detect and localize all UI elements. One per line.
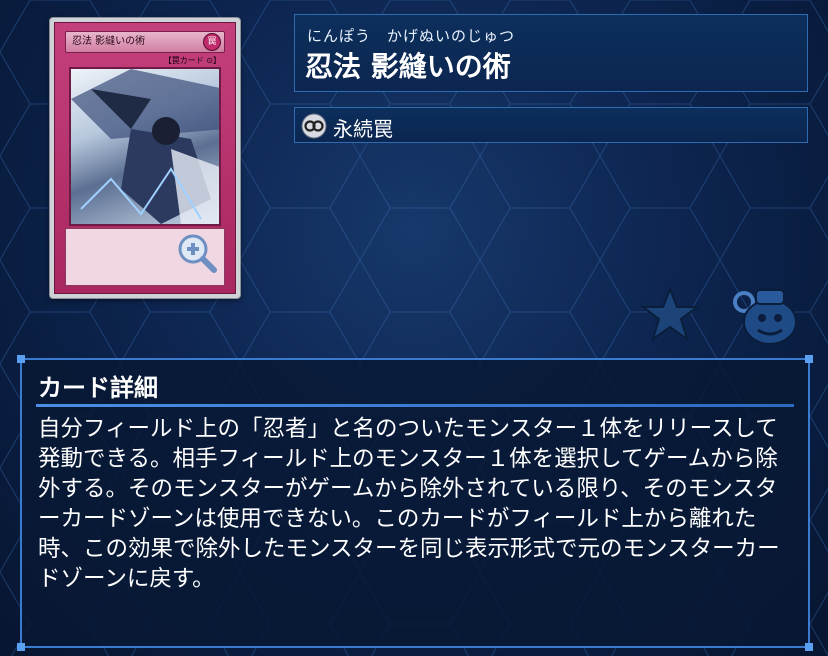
star-icon[interactable] xyxy=(640,286,700,342)
corner-decoration xyxy=(17,355,25,363)
card-detail-panel: カード詳細 自分フィールド上の「忍者」と名のついたモンスター１体をリリースして発… xyxy=(17,355,813,651)
card-type-label: 永続罠 xyxy=(333,117,393,141)
detail-heading: カード詳細 xyxy=(38,374,158,402)
card-artwork xyxy=(69,67,221,226)
detail-divider xyxy=(36,404,794,407)
card-name: 忍法 影縫いの術 xyxy=(305,50,511,83)
card-effect-text: 自分フィールド上の「忍者」と名のついたモンスター１体をリリースして発動できる。相… xyxy=(38,416,780,592)
card-title-panel: にんぽう かげぬいのじゅつ 忍法 影縫いの術 xyxy=(294,14,808,92)
pot-of-greed-icon[interactable] xyxy=(730,280,802,348)
corner-decoration xyxy=(805,355,813,363)
zoom-in-icon[interactable] xyxy=(176,232,218,274)
corner-decoration xyxy=(805,643,813,651)
corner-decoration xyxy=(17,643,25,651)
card-face-name: 忍法 影縫いの術 xyxy=(65,31,225,53)
card-name-ruby: にんぽう かげぬいのじゅつ xyxy=(307,27,516,45)
continuous-icon xyxy=(301,113,327,139)
card-face-type: 【罠カード ⊙】 xyxy=(163,56,221,65)
card-type-panel: 永続罠 xyxy=(294,107,808,143)
card-attribute-badge: 罠 xyxy=(203,33,221,51)
